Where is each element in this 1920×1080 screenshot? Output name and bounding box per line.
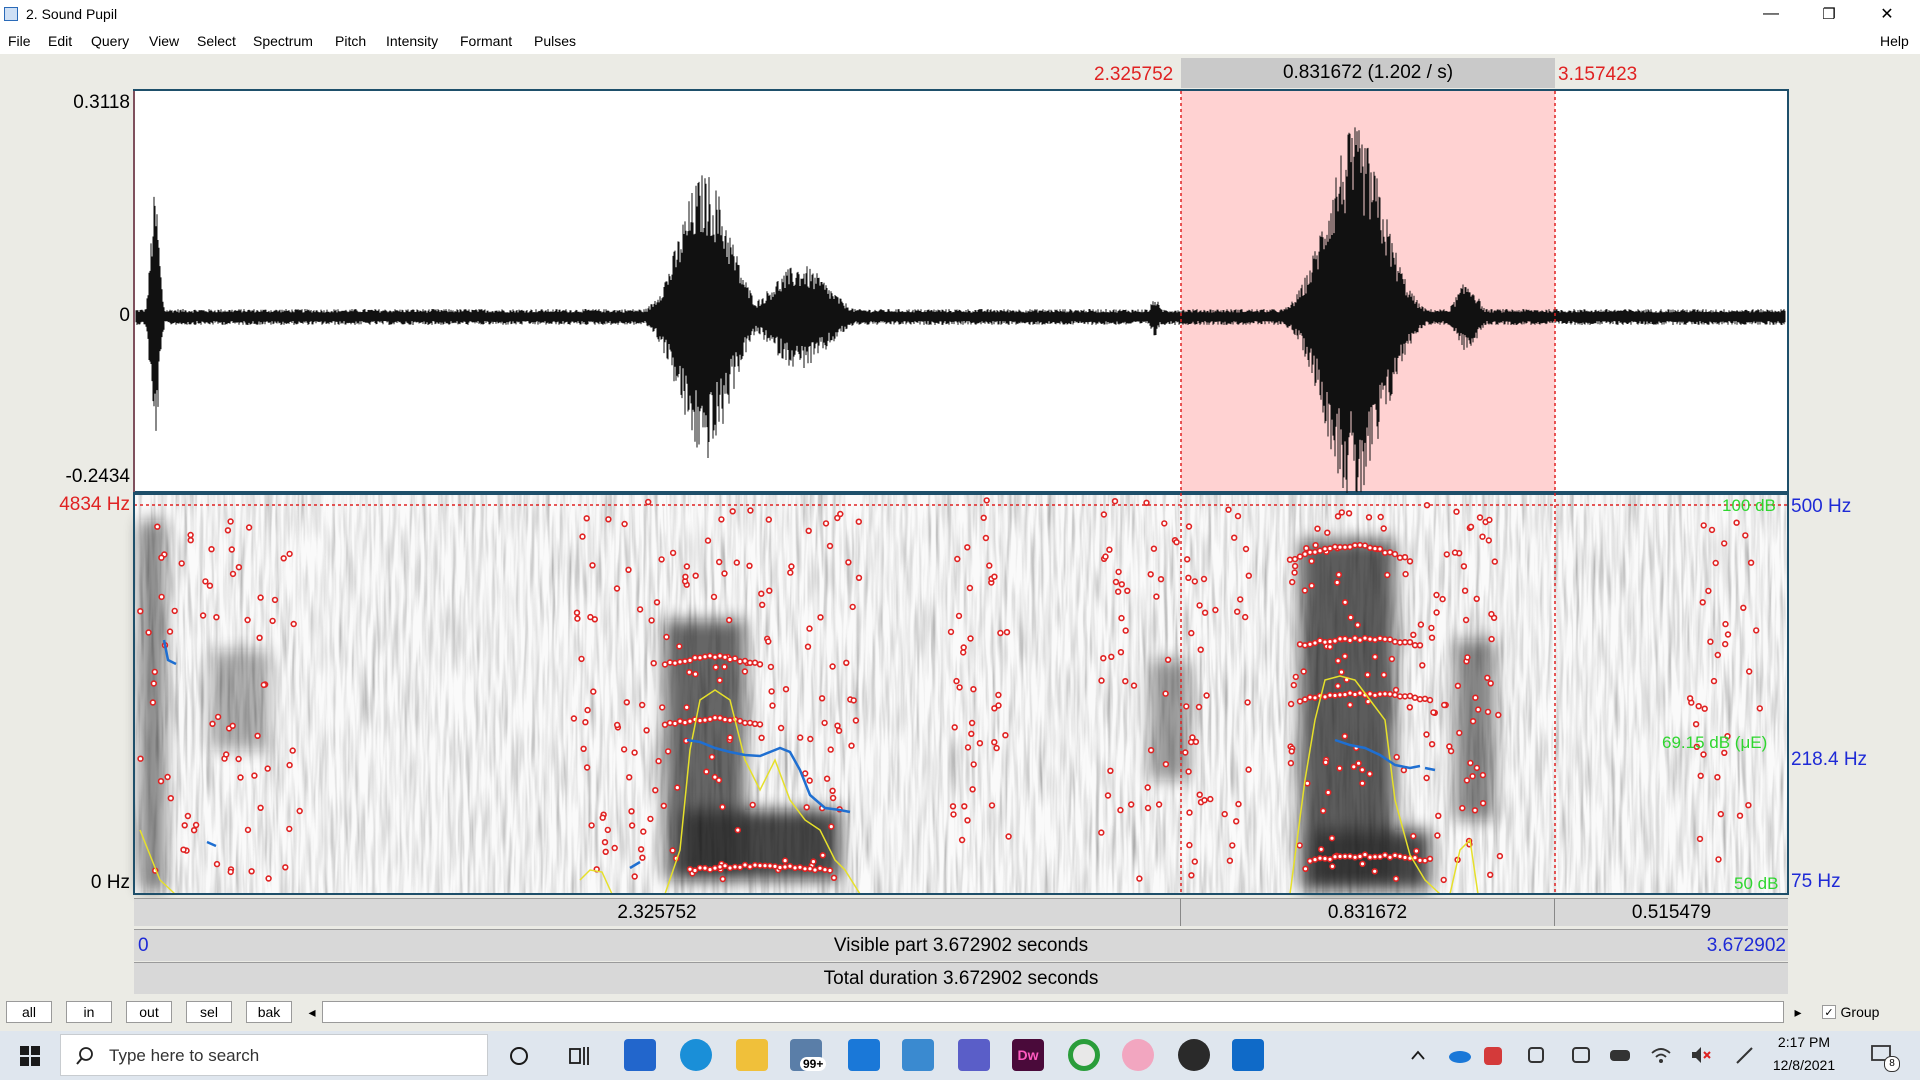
menu-spectrum[interactable]: Spectrum: [253, 33, 313, 49]
pitch-mid-label: 218.4 Hz: [1791, 749, 1868, 770]
menu-intensity[interactable]: Intensity: [386, 33, 438, 49]
restore-button[interactable]: ❐: [1800, 0, 1858, 28]
battery-icon[interactable]: [1610, 1050, 1630, 1061]
visible-end-time: 3.672902: [1706, 934, 1786, 956]
spectrogram-max-frequency: 4834 Hz: [59, 494, 130, 515]
waveform-max-label: 0.3118: [73, 92, 130, 113]
scroll-left-arrow-icon[interactable]: ◂: [304, 1001, 320, 1023]
file-explorer-icon[interactable]: [736, 1039, 768, 1071]
scroll-right-arrow-icon[interactable]: ▸: [1790, 1001, 1806, 1023]
menu-help[interactable]: Help: [1880, 33, 1909, 49]
onedrive-cloud-icon[interactable]: [1448, 1047, 1472, 1063]
minimize-button[interactable]: —: [1742, 0, 1800, 28]
pitch-max-label: 500 Hz: [1791, 496, 1852, 517]
pitch-min-label: 75 Hz: [1791, 871, 1841, 892]
volume-muted-icon[interactable]: [1690, 1045, 1712, 1065]
menu-edit[interactable]: Edit: [48, 33, 72, 49]
group-label: Group: [1840, 1004, 1880, 1020]
visible-start-time: 0: [138, 934, 149, 956]
menu-formant[interactable]: Formant: [460, 33, 512, 49]
zoom-to-selection-button[interactable]: sel: [186, 1001, 232, 1023]
title-bar: 2. Sound Pupil — ❐ ✕: [0, 0, 1920, 28]
notification-count: 8: [1884, 1056, 1900, 1072]
dreamweaver-icon[interactable]: Dw: [1012, 1039, 1044, 1071]
time-bar-before-selection[interactable]: 2.325752: [134, 898, 1181, 926]
praat-app-icon: [4, 7, 18, 21]
group-checkbox[interactable]: ✓: [1822, 1005, 1836, 1019]
menu-bar: File Edit Query View Select Spectrum Pit…: [0, 28, 1920, 55]
cortana-icon[interactable]: [508, 1045, 530, 1067]
praat-icon[interactable]: [1122, 1039, 1154, 1071]
clock-time[interactable]: 2:17 PM: [1770, 1034, 1838, 1050]
zoom-back-button[interactable]: bak: [246, 1001, 292, 1023]
remote-desktop-icon[interactable]: [902, 1039, 934, 1071]
close-button[interactable]: ✕: [1858, 0, 1916, 28]
cortana-app-icon[interactable]: [848, 1039, 880, 1071]
menu-pulses[interactable]: Pulses: [534, 33, 576, 49]
outlook-icon[interactable]: [1232, 1039, 1264, 1071]
camera-icon[interactable]: [1528, 1047, 1544, 1063]
media-player-icon[interactable]: [1178, 1039, 1210, 1071]
time-bar-selection[interactable]: 0.831672: [1181, 898, 1555, 926]
chrome-icon[interactable]: [1068, 1039, 1100, 1071]
menu-query[interactable]: Query: [91, 33, 129, 49]
selection-end-time: 3.157423: [1558, 64, 1638, 85]
edge-browser-icon[interactable]: [680, 1039, 712, 1071]
display-icon[interactable]: [1572, 1047, 1590, 1063]
windows-start-icon[interactable]: [20, 1046, 40, 1066]
chevron-up-icon[interactable]: [1410, 1049, 1426, 1061]
time-scrollbar[interactable]: [322, 1001, 1784, 1023]
view-all-button[interactable]: all: [6, 1001, 52, 1023]
menu-select[interactable]: Select: [197, 33, 236, 49]
spectrogram-min-frequency: 0 Hz: [90, 872, 130, 893]
search-icon: [76, 1047, 93, 1065]
sound-editor-area: [0, 54, 1920, 1031]
mail-badge: 99+: [800, 1057, 827, 1071]
mail-icon[interactable]: 99+: [790, 1039, 827, 1071]
menu-pitch[interactable]: Pitch: [335, 33, 366, 49]
zoom-in-button[interactable]: in: [66, 1001, 112, 1023]
total-duration-bar[interactable]: Total duration 3.672902 seconds: [134, 962, 1788, 994]
clock-date[interactable]: 12/8/2021: [1770, 1057, 1838, 1073]
window-title: 2. Sound Pupil: [26, 6, 118, 22]
waveform-zero-label: 0: [119, 305, 130, 326]
menu-file[interactable]: File: [8, 33, 31, 49]
selection-start-time: 2.325752: [1094, 64, 1174, 85]
time-bar-after-selection[interactable]: 0.515479: [1555, 898, 1788, 926]
visible-part-label: Visible part 3.672902 seconds: [833, 934, 1089, 956]
taskbar-search-box[interactable]: Type here to search: [60, 1034, 488, 1076]
search-placeholder: Type here to search: [109, 1046, 260, 1065]
task-view-icon[interactable]: [568, 1045, 592, 1067]
teams-icon[interactable]: [958, 1039, 990, 1071]
visible-part-bar[interactable]: Visible part 3.672902 seconds 0 3.672902: [134, 929, 1788, 961]
zoom-out-button[interactable]: out: [126, 1001, 172, 1023]
waveform-min-label: -0.2434: [65, 466, 130, 487]
dropbox-icon[interactable]: [1484, 1047, 1502, 1065]
microsoft-store-icon[interactable]: [624, 1039, 656, 1071]
selection-duration[interactable]: 0.831672 (1.202 / s): [1181, 58, 1555, 88]
pen-icon[interactable]: [1734, 1045, 1756, 1065]
wifi-icon[interactable]: [1650, 1045, 1672, 1065]
menu-view[interactable]: View: [149, 33, 179, 49]
